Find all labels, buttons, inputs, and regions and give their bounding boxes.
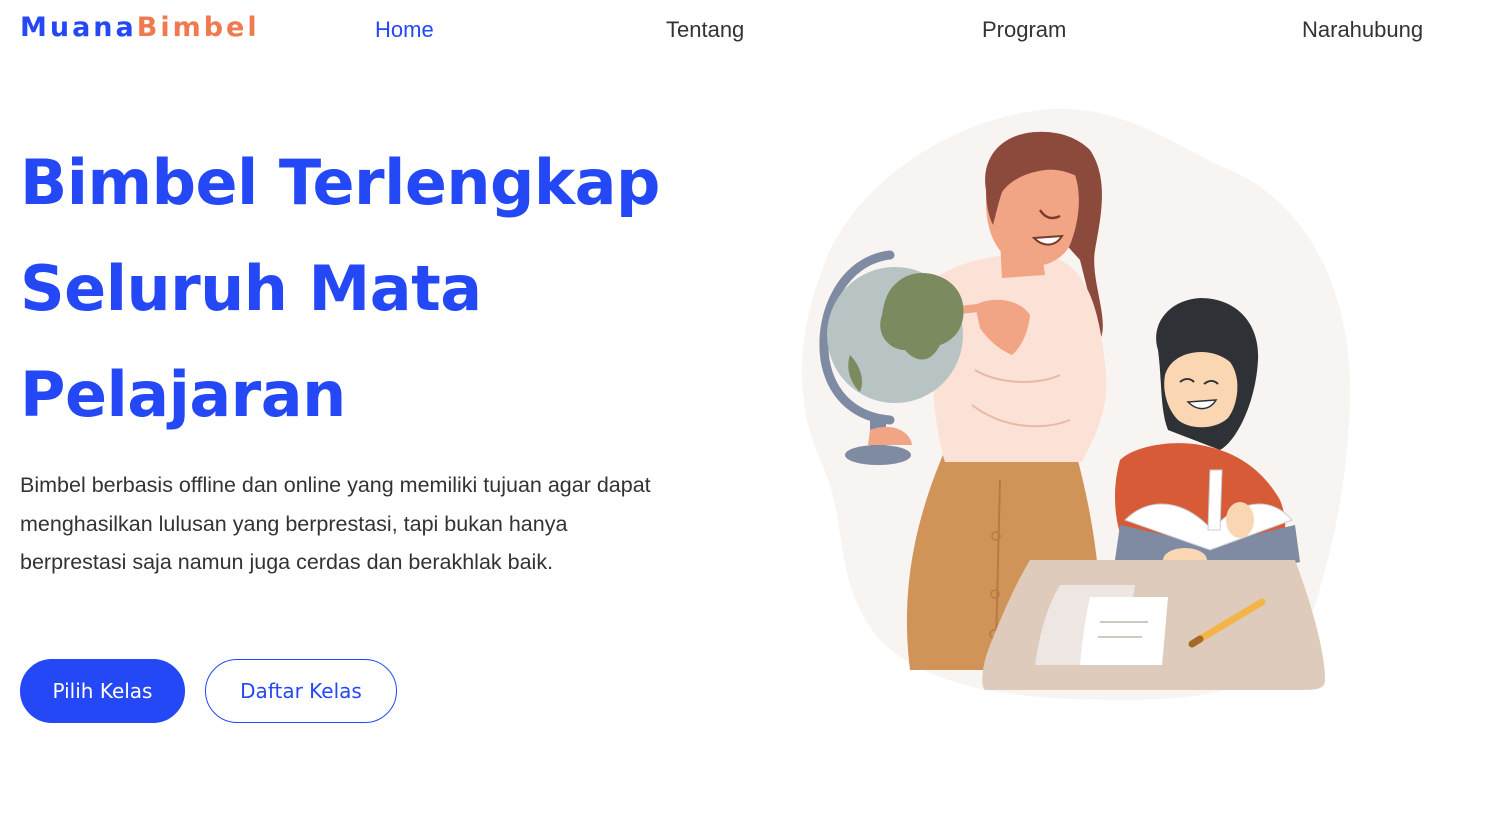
hero-title: Bimbel Terlengkap Seluruh Mata Pelajaran xyxy=(20,130,760,448)
nav-link-tentang[interactable]: Tentang xyxy=(666,17,744,43)
daftar-kelas-button[interactable]: Daftar Kelas xyxy=(205,659,397,723)
teacher-student-illustration xyxy=(801,108,1350,700)
hero-title-line2: Seluruh Mata xyxy=(20,252,482,325)
nav-link-program[interactable]: Program xyxy=(982,17,1066,43)
hero-title-line3: Pelajaran xyxy=(20,358,346,431)
paper-front xyxy=(1080,597,1168,665)
nav-link-home[interactable]: Home xyxy=(375,17,434,43)
hero-title-line1: Bimbel Terlengkap xyxy=(20,146,660,219)
pilih-kelas-button[interactable]: Pilih Kelas xyxy=(20,659,185,723)
student-face xyxy=(1164,352,1238,428)
brand-name-part1: Muana xyxy=(20,12,137,43)
brand-logo[interactable]: MuanaBimbel xyxy=(20,12,260,43)
brand-name-part2: Bimbel xyxy=(136,12,260,43)
hero-description: Bimbel berbasis offline dan online yang … xyxy=(20,473,651,575)
nav-link-narahubung[interactable]: Narahubung xyxy=(1302,17,1423,43)
navbar: MuanaBimbel Home Tentang Program Narahub… xyxy=(0,0,1512,62)
